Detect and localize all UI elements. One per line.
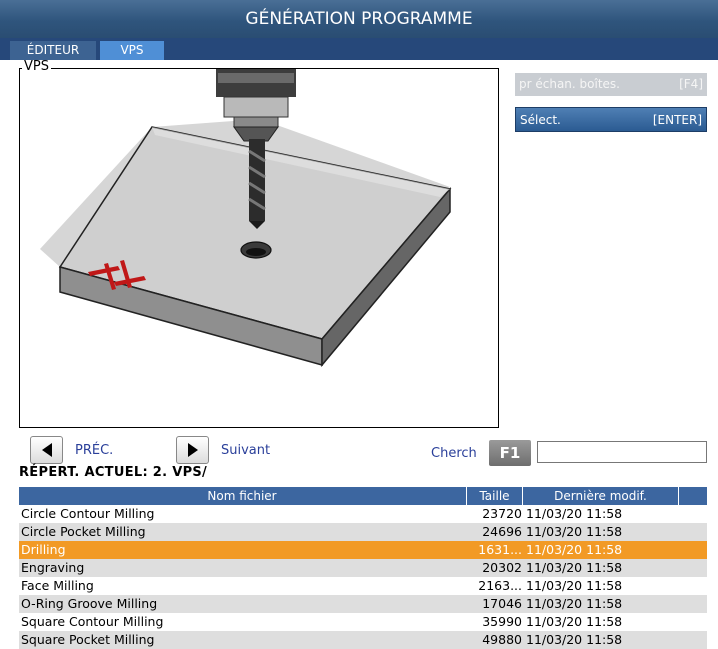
cell-name: Engraving — [21, 560, 85, 575]
prev-label[interactable]: PRÉC. — [75, 443, 113, 458]
table-header: Nom fichier Taille Dernière modif. — [19, 487, 707, 505]
box-sample-key: [F4] — [679, 77, 703, 91]
table-row[interactable]: O-Ring Groove Milling 17046 11/03/20 11:58 — [19, 595, 707, 613]
col-header-modified[interactable]: Dernière modif. — [522, 487, 678, 505]
cell-name: Square Pocket Milling — [21, 632, 155, 647]
select-label: Sélect. — [520, 113, 561, 127]
cell-modified: 11/03/20 11:58 — [526, 614, 623, 629]
cell-size: 24696 — [482, 524, 522, 539]
file-table: Nom fichier Taille Dernière modif. Circl… — [19, 487, 707, 649]
cell-modified: 11/03/20 11:58 — [526, 632, 623, 647]
table-row[interactable]: Square Contour Milling 35990 11/03/20 11:5… — [19, 613, 707, 631]
cell-size: 2163... — [478, 578, 522, 593]
table-row[interactable]: Circle Contour Milling 23720 11/03/20 11:5… — [19, 505, 707, 523]
tab-editeur[interactable]: ÉDITEUR — [10, 41, 96, 60]
current-directory: RÉPERT. ACTUEL: 2. VPS/ — [19, 465, 208, 480]
cell-size: 35990 — [482, 614, 522, 629]
cell-name: O-Ring Groove Milling — [21, 596, 158, 611]
cell-modified: 11/03/20 11:58 — [526, 506, 623, 521]
table-row[interactable]: Circle Pocket Milling 24696 11/03/20 11:58 — [19, 523, 707, 541]
tab-vps[interactable]: VPS — [100, 41, 164, 60]
search-label: Cherch — [431, 446, 477, 461]
col-header-size[interactable]: Taille — [466, 487, 522, 505]
cell-modified: 11/03/20 11:58 — [526, 578, 623, 593]
search-input[interactable] — [537, 441, 707, 463]
table-row[interactable]: Square Pocket Milling 49880 11/03/20 11:58 — [19, 631, 707, 649]
cell-size: 1631... — [478, 542, 522, 557]
col-header-spacer — [678, 487, 707, 505]
cell-size: 20302 — [482, 560, 522, 575]
cell-name: Drilling — [21, 542, 66, 557]
table-row[interactable]: Engraving 20302 11/03/20 11:58 — [19, 559, 707, 577]
box-sample-button[interactable]: pr échan. boîtes. [F4] — [515, 73, 707, 96]
tab-bar: ÉDITEUR VPS — [0, 38, 718, 60]
cell-modified: 11/03/20 11:58 — [526, 560, 623, 575]
search-f1-key[interactable]: F1 — [489, 440, 531, 466]
table-row[interactable]: Face Milling 2163... 11/03/20 11:58 — [19, 577, 707, 595]
next-button[interactable] — [176, 436, 209, 464]
cell-name: Square Contour Milling — [21, 614, 164, 629]
table-row[interactable]: Drilling 1631... 11/03/20 11:58 — [19, 541, 707, 559]
box-sample-label: pr échan. boîtes. — [519, 77, 620, 91]
cell-name: Face Milling — [21, 578, 94, 593]
select-key: [ENTER] — [652, 113, 702, 127]
drilling-preview-image — [40, 69, 452, 368]
col-header-name[interactable]: Nom fichier — [19, 487, 465, 505]
cell-name: Circle Pocket Milling — [21, 524, 146, 539]
cell-name: Circle Contour Milling — [21, 506, 155, 521]
preview-legend: VPS — [22, 59, 51, 74]
vps-preview-panel — [19, 68, 499, 428]
select-button[interactable]: Sélect. [ENTER] — [515, 107, 707, 132]
next-label[interactable]: Suivant — [221, 443, 270, 458]
arrow-right-icon — [188, 443, 198, 457]
cell-size: 23720 — [482, 506, 522, 521]
cell-size: 17046 — [482, 596, 522, 611]
arrow-left-icon — [42, 443, 52, 457]
cell-size: 49880 — [482, 632, 522, 647]
cell-modified: 11/03/20 11:58 — [526, 524, 623, 539]
file-list: Circle Contour Milling 23720 11/03/20 11:5… — [19, 505, 707, 649]
prev-button[interactable] — [30, 436, 63, 464]
cell-modified: 11/03/20 11:58 — [526, 596, 623, 611]
window-title: GÉNÉRATION PROGRAMME — [0, 0, 718, 38]
cell-modified: 11/03/20 11:58 — [526, 542, 623, 557]
